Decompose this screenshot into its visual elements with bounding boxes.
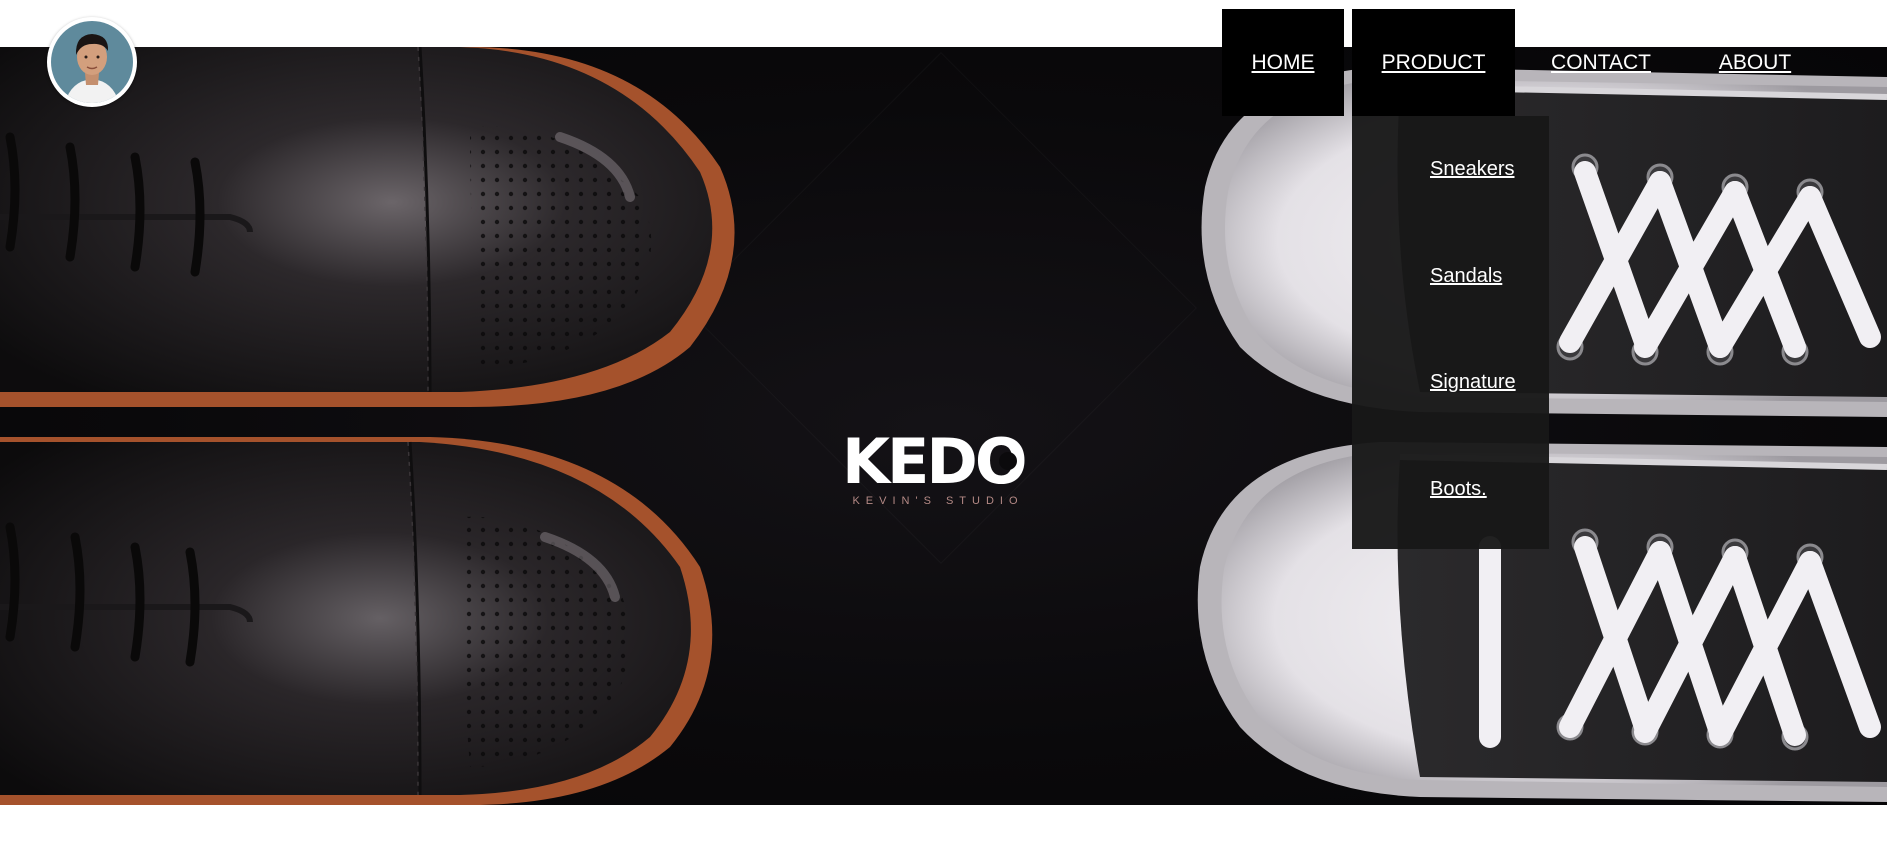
logo-subtitle: KEVIN'S STUDIO [852,495,1024,507]
brogue-shoe-bottom [0,437,713,805]
hero-shoes-image [0,47,1887,805]
main-nav: HOME PRODUCT CONTACT ABOUT [0,0,1887,120]
logo-wordmark: KEDO [842,427,1025,491]
nav-contact[interactable]: CONTACT [1538,9,1664,116]
dropdown-item-signature[interactable]: Signature [1430,371,1516,394]
nav-home[interactable]: HOME [1222,9,1344,116]
nav-about[interactable]: ABOUT [1700,9,1810,116]
dropdown-item-sneakers[interactable]: Sneakers [1430,158,1515,181]
kedo-logo-mark: KEDO [842,427,1028,491]
product-dropdown: Sneakers Sandals Signature Boots. [1352,116,1549,549]
page: KEDO KEVIN'S STUDIO HOME PRODUCT CONTACT… [0,0,1887,853]
hero-banner: KEDO KEVIN'S STUDIO [0,47,1887,805]
nav-product[interactable]: PRODUCT [1352,9,1515,116]
dropdown-item-boots[interactable]: Boots. [1430,478,1487,501]
dropdown-item-sandals[interactable]: Sandals [1430,265,1502,288]
